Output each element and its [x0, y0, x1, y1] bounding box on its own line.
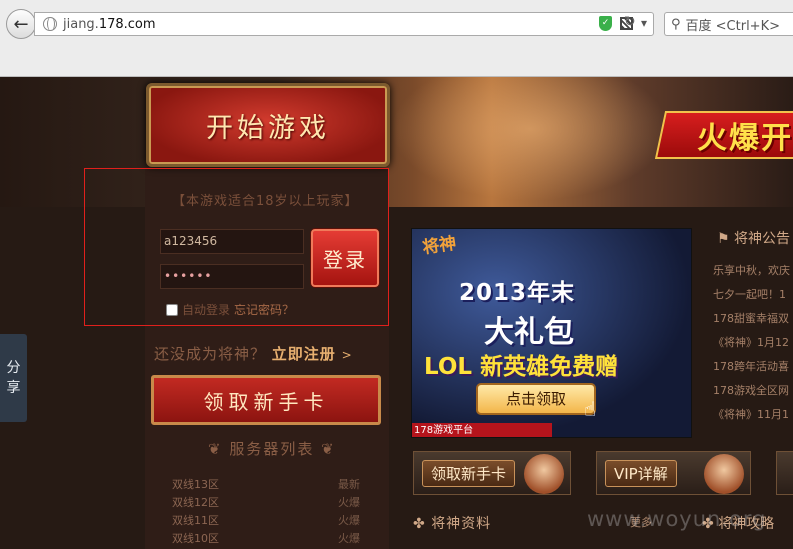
remember-row: 自动登录 忘记密码？: [166, 301, 294, 318]
game-page: 火爆开 开始游戏 【本游戏适合18岁以上玩家】 a123456 •••••• 登…: [0, 77, 793, 549]
promo-gift: 大礼包: [484, 315, 574, 350]
watermark: www.woyun.org: [587, 507, 767, 531]
server-list: 双线13区 最新 双线12区 火爆 双线11区 火爆 双线10区 火爆: [172, 476, 360, 548]
globe-icon: [43, 17, 57, 31]
chevron-right-icon: >: [341, 348, 353, 362]
flag-icon: ⚑: [717, 231, 735, 247]
promo-ad[interactable]: 将神 2013年末 大礼包 LOL 新英雄免费赠 点击领取 ☝ 178游戏平台: [411, 228, 692, 438]
news-list: 乐享中秋，欢庆 七夕一起吧！1 178甜蜜幸福双 《将神》1月12 178跨年活…: [713, 259, 793, 427]
news-item[interactable]: 《将神》11月1: [713, 403, 793, 427]
data-section-title: ✤ 将神资料: [413, 516, 492, 532]
extra-banner[interactable]: [776, 451, 793, 495]
news-item[interactable]: 178游戏全区网: [713, 379, 793, 403]
server-row[interactable]: 双线13区 最新: [172, 476, 360, 494]
ornament-icon: ✤: [413, 516, 432, 532]
back-button[interactable]: ←: [6, 9, 36, 39]
auto-login-checkbox[interactable]: [166, 303, 178, 316]
auto-login-label[interactable]: 自动登录: [182, 301, 230, 318]
game-logo: 将神: [421, 233, 458, 259]
claim-button[interactable]: 点击领取: [476, 383, 596, 415]
hand-cursor-icon: ☝: [584, 397, 597, 421]
vip-banner[interactable]: VIP详解: [596, 451, 751, 495]
server-row[interactable]: 双线11区 火爆: [172, 512, 360, 530]
shield-icon[interactable]: ✓: [598, 16, 612, 31]
share-tab[interactable]: 分 享: [0, 334, 27, 422]
promo-ribbon-text: 火爆开: [697, 121, 793, 156]
address-bar[interactable]: jiang.178.com ✓ ▾: [34, 12, 654, 36]
dropdown-icon[interactable]: ▾: [641, 16, 647, 31]
password-field[interactable]: ••••••: [160, 264, 304, 289]
username-field[interactable]: a123456: [160, 229, 304, 254]
age-notice: 【本游戏适合18岁以上玩家】: [172, 194, 359, 209]
ornament-right-icon: ❦: [314, 440, 336, 458]
search-placeholder: 百度 <Ctrl+K>: [685, 18, 780, 34]
promo-lol-line: LOL 新英雄免费赠: [424, 354, 619, 380]
start-game-button[interactable]: 开始游戏: [146, 83, 390, 167]
ornament-left-icon: ❦: [208, 440, 230, 458]
promo-year: 2013年末: [459, 280, 576, 306]
server-row[interactable]: 双线10区 火爆: [172, 530, 360, 548]
news-item[interactable]: 178甜蜜幸福双: [713, 307, 793, 331]
forgot-password-link[interactable]: 忘记密码？: [234, 301, 294, 318]
server-row[interactable]: 双线12区 火爆: [172, 494, 360, 512]
search-input[interactable]: ⚲ 百度 <Ctrl+K>: [664, 12, 793, 36]
browser-toolbar: ← jiang.178.com ✓ ▾ ↻ ⚲ 百度 <Ctrl+K>: [0, 0, 793, 77]
newbie-card-banner[interactable]: 领取新手卡: [413, 451, 571, 495]
register-link[interactable]: 立即注册: [272, 345, 336, 363]
server-list-title: ❦ 服务器列表 ❦: [208, 440, 336, 458]
news-item[interactable]: 乐享中秋，欢庆: [713, 259, 793, 283]
login-button[interactable]: 登录: [311, 229, 379, 287]
back-arrow-icon: ←: [13, 13, 29, 35]
news-item[interactable]: 七夕一起吧！1: [713, 283, 793, 307]
news-item[interactable]: 178跨年活动喜: [713, 355, 793, 379]
news-title: ⚑ 将神公告: [717, 231, 791, 247]
platform-strip: 178游戏平台: [412, 423, 552, 437]
url-text: jiang.178.com: [63, 16, 156, 32]
character-portrait: [704, 454, 744, 494]
search-icon: ⚲: [671, 16, 681, 32]
register-prompt: 还没成为将神？ 立即注册 >: [154, 345, 353, 363]
reload-icon[interactable]: ↻: [624, 14, 636, 30]
character-portrait: [524, 454, 564, 494]
news-item[interactable]: 《将神》1月12: [713, 331, 793, 355]
newbie-card-button[interactable]: 领取新手卡: [151, 375, 381, 425]
